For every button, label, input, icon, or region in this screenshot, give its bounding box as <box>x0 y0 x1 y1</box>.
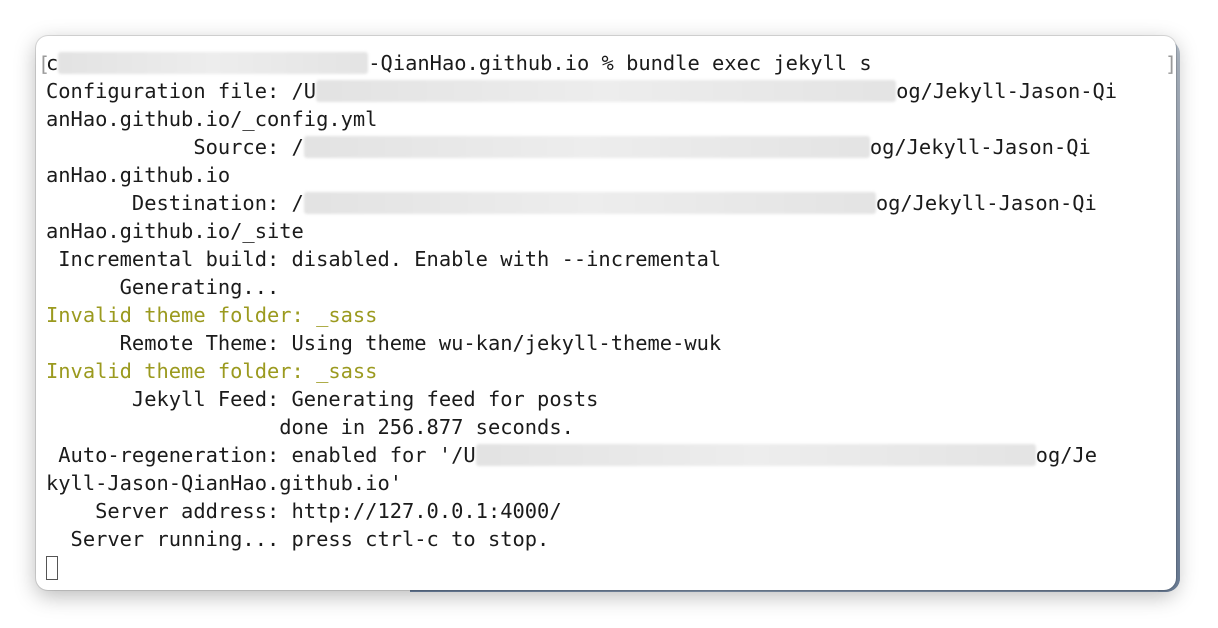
output-line: anHao.github.io <box>46 163 231 187</box>
terminal-output[interactable]: c -QianHao.github.io % bundle exec jekyll… <box>46 49 1170 581</box>
prompt-line: c -QianHao.github.io % bundle exec jekyll… <box>46 49 1170 77</box>
terminal-window[interactable]: [ ] c -QianHao.github.io % bundle exec je… <box>36 36 1176 590</box>
output-line-jekyll-feed: Jekyll Feed: Generating feed for posts <box>46 387 599 411</box>
output-line-incremental: Incremental build: disabled. Enable with… <box>46 247 722 271</box>
prompt-prefix: c <box>46 51 59 75</box>
output-line: anHao.github.io/_config.yml <box>46 107 378 131</box>
auto-regeneration-label: Auto-regeneration: enabled for '/U <box>46 443 476 467</box>
source-label: Source: / <box>46 135 304 159</box>
output-line-config-file: Configuration file: /U og/Jekyll-Jason-Qi <box>46 77 1170 105</box>
output-line-feed-done: done in 256.877 seconds. <box>46 415 574 439</box>
destination-label: Destination: / <box>46 191 304 215</box>
warning-line: Invalid theme folder: _sass <box>46 359 378 383</box>
redacted-text <box>316 80 897 102</box>
cursor-line[interactable] <box>46 553 1170 581</box>
output-line-destination: Destination: / og/Jekyll-Jason-Qi <box>46 189 1170 217</box>
config-file-label: Configuration file: /U <box>46 79 317 103</box>
output-line-generating: Generating... <box>46 275 280 299</box>
destination-path-tail: og/Jekyll-Jason-Qi <box>875 191 1097 215</box>
output-line-source: Source: / og/Jekyll-Jason-Qi <box>46 133 1170 161</box>
config-file-path-tail: og/Jekyll-Jason-Qi <box>896 79 1118 103</box>
redacted-text <box>303 192 876 214</box>
source-path-tail: og/Jekyll-Jason-Qi <box>869 135 1091 159</box>
prompt-command: -QianHao.github.io % bundle exec jekyll … <box>368 51 872 75</box>
redacted-text <box>475 444 1036 466</box>
output-line-server-running: Server running... press ctrl-c to stop. <box>46 527 550 551</box>
redacted-text <box>303 136 870 158</box>
output-line-remote-theme: Remote Theme: Using theme wu-kan/jekyll-… <box>46 331 722 355</box>
text-cursor <box>46 556 58 580</box>
redacted-text <box>58 52 369 74</box>
output-line: kyll-Jason-QianHao.github.io' <box>46 471 403 495</box>
warning-line: Invalid theme folder: _sass <box>46 303 378 327</box>
output-line-server-address: Server address: http://127.0.0.1:4000/ <box>46 499 562 523</box>
output-line-auto-regeneration: Auto-regeneration: enabled for '/U og/Je <box>46 441 1170 469</box>
output-line: anHao.github.io/_site <box>46 219 304 243</box>
auto-regeneration-path-tail: og/Je <box>1035 443 1098 467</box>
